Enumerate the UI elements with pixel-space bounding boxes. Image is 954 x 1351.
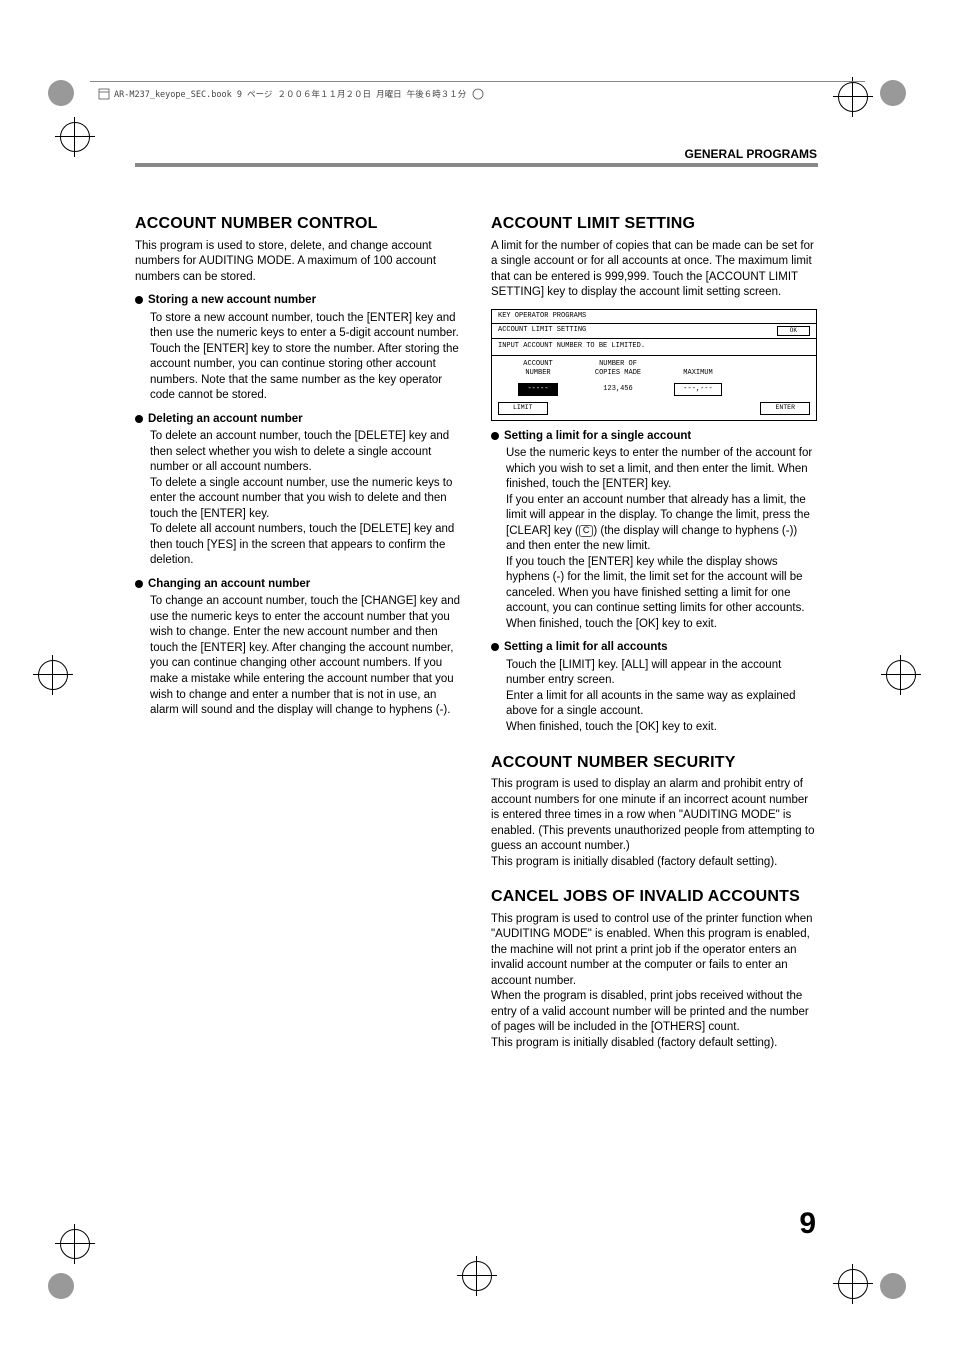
right-column: ACCOUNT LIMIT SETTING A limit for the nu… xyxy=(491,213,817,1067)
panel-title-top: KEY OPERATOR PROGRAMS xyxy=(498,312,586,321)
storing-bullet: Storing a new account number xyxy=(135,293,461,309)
bullet-icon xyxy=(135,415,143,423)
storing-body: To store a new account number, touch the… xyxy=(150,311,461,404)
page-number: 9 xyxy=(799,1207,816,1241)
deleting-title: Deleting an account number xyxy=(148,412,303,428)
reg-solid-bl xyxy=(48,1273,74,1299)
clear-key-icon: C xyxy=(579,525,594,537)
enter-button[interactable]: ENTER xyxy=(760,402,810,415)
header-rule xyxy=(135,163,818,167)
framemaker-header: AR-M237_keyope_SEC.book 9 ページ ２００６年１１月２０… xyxy=(90,81,865,106)
section-header: GENERAL PROGRAMS xyxy=(685,147,817,161)
changing-title: Changing an account number xyxy=(148,577,310,593)
sec-p2: This program is initially disabled (fact… xyxy=(491,855,817,871)
left-column: ACCOUNT NUMBER CONTROL This program is u… xyxy=(135,213,461,1067)
storing-title: Storing a new account number xyxy=(148,293,316,309)
book-icon xyxy=(98,88,110,100)
cj-p3: This program is initially disabled (fact… xyxy=(491,1036,817,1052)
panel-title-sub: ACCOUNT LIMIT SETTING xyxy=(498,326,586,335)
bullet-icon xyxy=(135,296,143,304)
single-limit-bullet: Setting a limit for a single account xyxy=(491,429,817,445)
panel-values: ----- 123,456 ---,--- xyxy=(498,383,810,396)
col-max: MAXIMUM xyxy=(658,360,738,379)
acct-number-control-heading: ACCOUNT NUMBER CONTROL xyxy=(135,213,461,235)
all-limit-body: Touch the [LIMIT] key. [ALL] will appear… xyxy=(506,658,817,736)
sec-p1: This program is used to display an alarm… xyxy=(491,777,817,855)
reg-cross-tl xyxy=(60,122,90,152)
col-acct: ACCOUNTNUMBER xyxy=(498,360,578,379)
al-p1: Touch the [LIMIT] key. [ALL] will appear… xyxy=(506,658,817,689)
panel-body: ACCOUNTNUMBER NUMBER OFCOPIES MADE MAXIM… xyxy=(492,356,816,402)
account-limit-panel: KEY OPERATOR PROGRAMS ACCOUNT LIMIT SETT… xyxy=(491,309,817,421)
bullet-icon xyxy=(135,580,143,588)
single-limit-title: Setting a limit for a single account xyxy=(504,429,691,445)
limit-button[interactable]: LIMIT xyxy=(498,402,548,415)
panel-titlebar-top: KEY OPERATOR PROGRAMS xyxy=(492,310,816,324)
copies-value: 123,456 xyxy=(578,385,658,394)
all-limit-bullet: Setting a limit for all accounts xyxy=(491,640,817,656)
bullet-icon xyxy=(491,643,499,651)
reg-cross-ml xyxy=(38,660,68,690)
sl-p2: If you enter an account number that alre… xyxy=(506,493,817,555)
acct-limit-heading: ACCOUNT LIMIT SETTING xyxy=(491,213,817,235)
panel-instruction: INPUT ACCOUNT NUMBER TO BE LIMITED. xyxy=(492,339,816,355)
cj-p2: When the program is disabled, print jobs… xyxy=(491,989,817,1036)
reg-cross-bl xyxy=(60,1229,90,1259)
panel-footer: LIMIT ENTER xyxy=(492,402,816,420)
al-p2: Enter a limit for all acounts in the sam… xyxy=(506,689,817,720)
anc-intro: This program is used to store, delete, a… xyxy=(135,239,461,286)
cancel-jobs-heading: CANCEL JOBS OF INVALID ACCOUNTS xyxy=(491,886,817,908)
deleting-body: To delete an account number, touch the [… xyxy=(150,429,461,569)
reg-solid-tr xyxy=(880,80,906,106)
panel-col-headers: ACCOUNTNUMBER NUMBER OFCOPIES MADE MAXIM… xyxy=(498,360,810,379)
reg-solid-tl xyxy=(48,80,74,106)
sl-p4: When finished, touch the [OK] key to exi… xyxy=(506,617,817,633)
all-limit-title: Setting a limit for all accounts xyxy=(504,640,668,656)
reg-cross-mr xyxy=(886,660,916,690)
reg-cross-mb xyxy=(462,1261,492,1291)
sl-p3: If you touch the [ENTER] key while the d… xyxy=(506,555,817,617)
al-p3: When finished, touch the [OK] key to exi… xyxy=(506,720,817,736)
reg-cross-br xyxy=(838,1269,868,1299)
single-limit-body: Use the numeric keys to enter the number… xyxy=(506,446,817,632)
changing-body: To change an account number, touch the [… xyxy=(150,594,461,718)
panel-titlebar-sub: ACCOUNT LIMIT SETTING OK xyxy=(492,324,816,339)
reg-solid-br xyxy=(880,1273,906,1299)
col-copies: NUMBER OFCOPIES MADE xyxy=(578,360,658,379)
content-columns: ACCOUNT NUMBER CONTROL This program is u… xyxy=(135,213,818,1067)
bullet-icon xyxy=(491,432,499,440)
sl-p1: Use the numeric keys to enter the number… xyxy=(506,446,817,493)
max-value-box[interactable]: ---,--- xyxy=(674,383,721,396)
ok-button[interactable]: OK xyxy=(777,326,810,336)
deleting-bullet: Deleting an account number xyxy=(135,412,461,428)
acct-value-box[interactable]: ----- xyxy=(518,383,557,396)
clock-icon xyxy=(472,88,484,100)
changing-bullet: Changing an account number xyxy=(135,577,461,593)
als-intro: A limit for the number of copies that ca… xyxy=(491,239,817,301)
acct-security-heading: ACCOUNT NUMBER SECURITY xyxy=(491,752,817,774)
cj-p1: This program is used to control use of t… xyxy=(491,912,817,990)
header-strip-text: AR-M237_keyope_SEC.book 9 ページ ２００６年１１月２０… xyxy=(114,88,466,100)
